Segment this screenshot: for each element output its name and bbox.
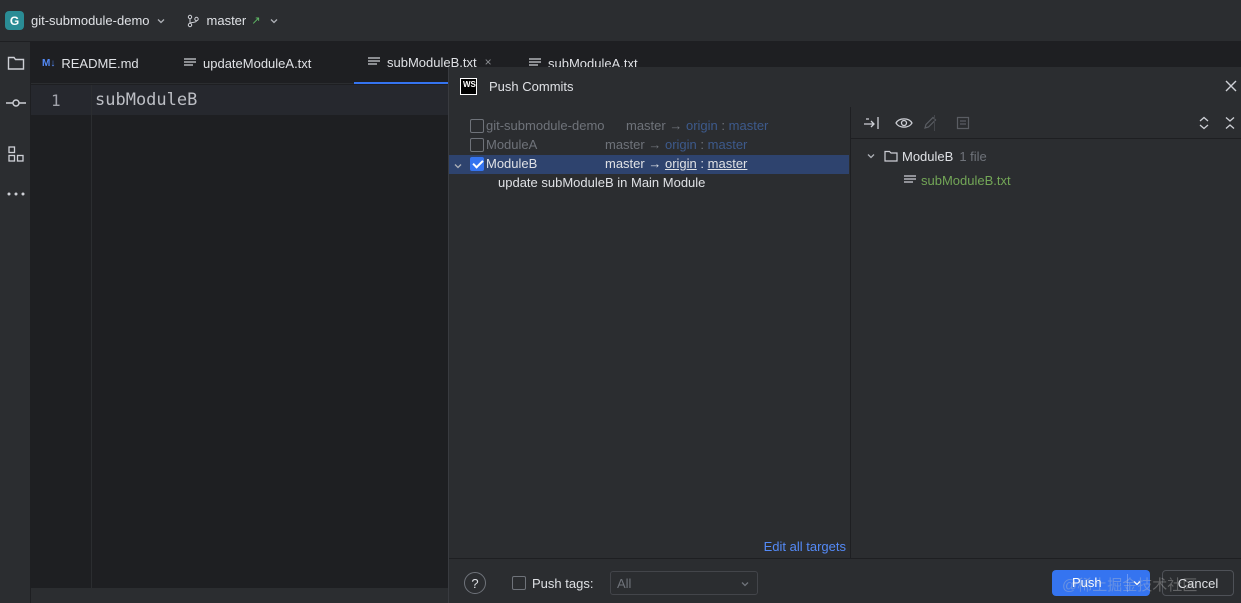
repo-name: git-submodule-demo: [486, 118, 605, 133]
markdown-icon: M↓: [42, 57, 56, 69]
project-name[interactable]: git-submodule-demo: [31, 13, 150, 28]
dialog-title: Push Commits: [489, 79, 574, 94]
commit-message: update subModuleB in Main Module: [498, 175, 706, 190]
chevron-down-icon[interactable]: [156, 16, 166, 26]
current-line-highlight: [31, 85, 448, 115]
remote-branch-link[interactable]: master: [729, 118, 769, 133]
push-commits-dialog: WS Push Commits git-submodule-demo maste…: [448, 67, 1241, 603]
tool-window-strip: [0, 42, 31, 603]
folder-name: ModuleB: [902, 148, 954, 164]
branch-icon[interactable]: [186, 14, 200, 28]
repo-name: ModuleA: [486, 137, 538, 152]
repo-row-selected[interactable]: ModuleB master → origin : master: [449, 155, 849, 174]
remote-branch-link[interactable]: master: [708, 156, 748, 171]
collapse-all-icon[interactable]: [1221, 115, 1239, 131]
push-target: master → origin : master: [626, 118, 769, 133]
branch-name[interactable]: master: [207, 13, 247, 28]
show-diff-icon[interactable]: [862, 115, 880, 131]
project-folder-icon[interactable]: [0, 48, 31, 78]
chevron-down-icon[interactable]: [453, 159, 463, 174]
tree-folder-row[interactable]: ModuleB 1 file: [866, 146, 987, 166]
tree-file-row[interactable]: subModuleB.txt: [904, 170, 1011, 190]
outgoing-arrow-icon: ↗: [251, 15, 261, 27]
line-number: 1: [51, 91, 61, 110]
remote-link[interactable]: origin: [665, 137, 697, 152]
changes-toolbar: [851, 107, 1241, 139]
repo-name: ModuleB: [486, 156, 538, 171]
remote-branch-link[interactable]: master: [708, 137, 748, 152]
remote-link[interactable]: origin: [686, 118, 718, 133]
text-file-icon: [368, 57, 380, 67]
chevron-down-icon[interactable]: [866, 151, 876, 161]
push-tags-select[interactable]: All: [610, 571, 758, 595]
repo-checkbox-checked[interactable]: [470, 157, 484, 171]
chevron-down-icon: [740, 577, 750, 592]
code-line[interactable]: subModuleB: [95, 90, 197, 110]
remote-link[interactable]: origin: [665, 156, 697, 171]
repo-checkbox[interactable]: [470, 138, 484, 152]
group-by-icon[interactable]: [954, 115, 972, 131]
text-file-icon: [904, 175, 916, 185]
tab-readme[interactable]: M↓ README.md: [42, 42, 139, 84]
push-target: master → origin : master: [605, 156, 748, 171]
edit-pencil-icon[interactable]: [921, 115, 939, 131]
project-badge[interactable]: G: [5, 11, 24, 30]
commit-row[interactable]: update subModuleB in Main Module: [449, 174, 849, 193]
chevron-down-icon[interactable]: [269, 16, 279, 26]
tab-label: README.md: [61, 55, 139, 71]
repo-row[interactable]: git-submodule-demo master → origin : mas…: [449, 117, 849, 136]
push-tags-checkbox[interactable]: [512, 576, 526, 590]
push-tags-label: Push tags:: [532, 576, 594, 591]
code-editor[interactable]: 1 subModuleB: [31, 85, 448, 588]
changes-pane: ModuleB 1 file subModuleB.txt: [850, 107, 1241, 558]
webstorm-logo-icon: WS: [460, 78, 477, 95]
file-name: subModuleB.txt: [921, 172, 1011, 188]
structure-icon[interactable]: [0, 139, 31, 169]
folder-icon: [884, 150, 898, 162]
repo-checkbox[interactable]: [470, 119, 484, 133]
expand-all-icon[interactable]: [1195, 115, 1213, 131]
repositories-list: git-submodule-demo master → origin : mas…: [449, 107, 849, 558]
eye-icon[interactable]: [895, 115, 913, 131]
commit-icon[interactable]: [0, 88, 31, 118]
toolbar-separator: [934, 115, 935, 131]
more-tools-icon[interactable]: [0, 179, 31, 209]
push-tags-value: All: [617, 576, 632, 591]
close-icon[interactable]: [1224, 79, 1238, 93]
help-button[interactable]: ?: [464, 572, 486, 594]
tab-label: updateModuleA.txt: [203, 55, 312, 71]
watermark: @稀土掘金技术社区: [1062, 577, 1198, 594]
file-count: 1 file: [959, 148, 987, 164]
main-toolbar: G git-submodule-demo master ↗: [0, 0, 1241, 42]
push-target: master → origin : master: [605, 137, 748, 152]
tab-update-module-a[interactable]: updateModuleA.txt: [184, 42, 311, 84]
horizontal-scrollbar[interactable]: [31, 588, 448, 603]
text-file-icon: [184, 58, 196, 68]
edit-all-targets-link[interactable]: Edit all targets: [764, 539, 846, 554]
repo-row[interactable]: ModuleA master → origin : master: [449, 136, 849, 155]
editor-gutter: [31, 85, 92, 588]
dialog-title-bar[interactable]: WS Push Commits: [449, 67, 1241, 107]
